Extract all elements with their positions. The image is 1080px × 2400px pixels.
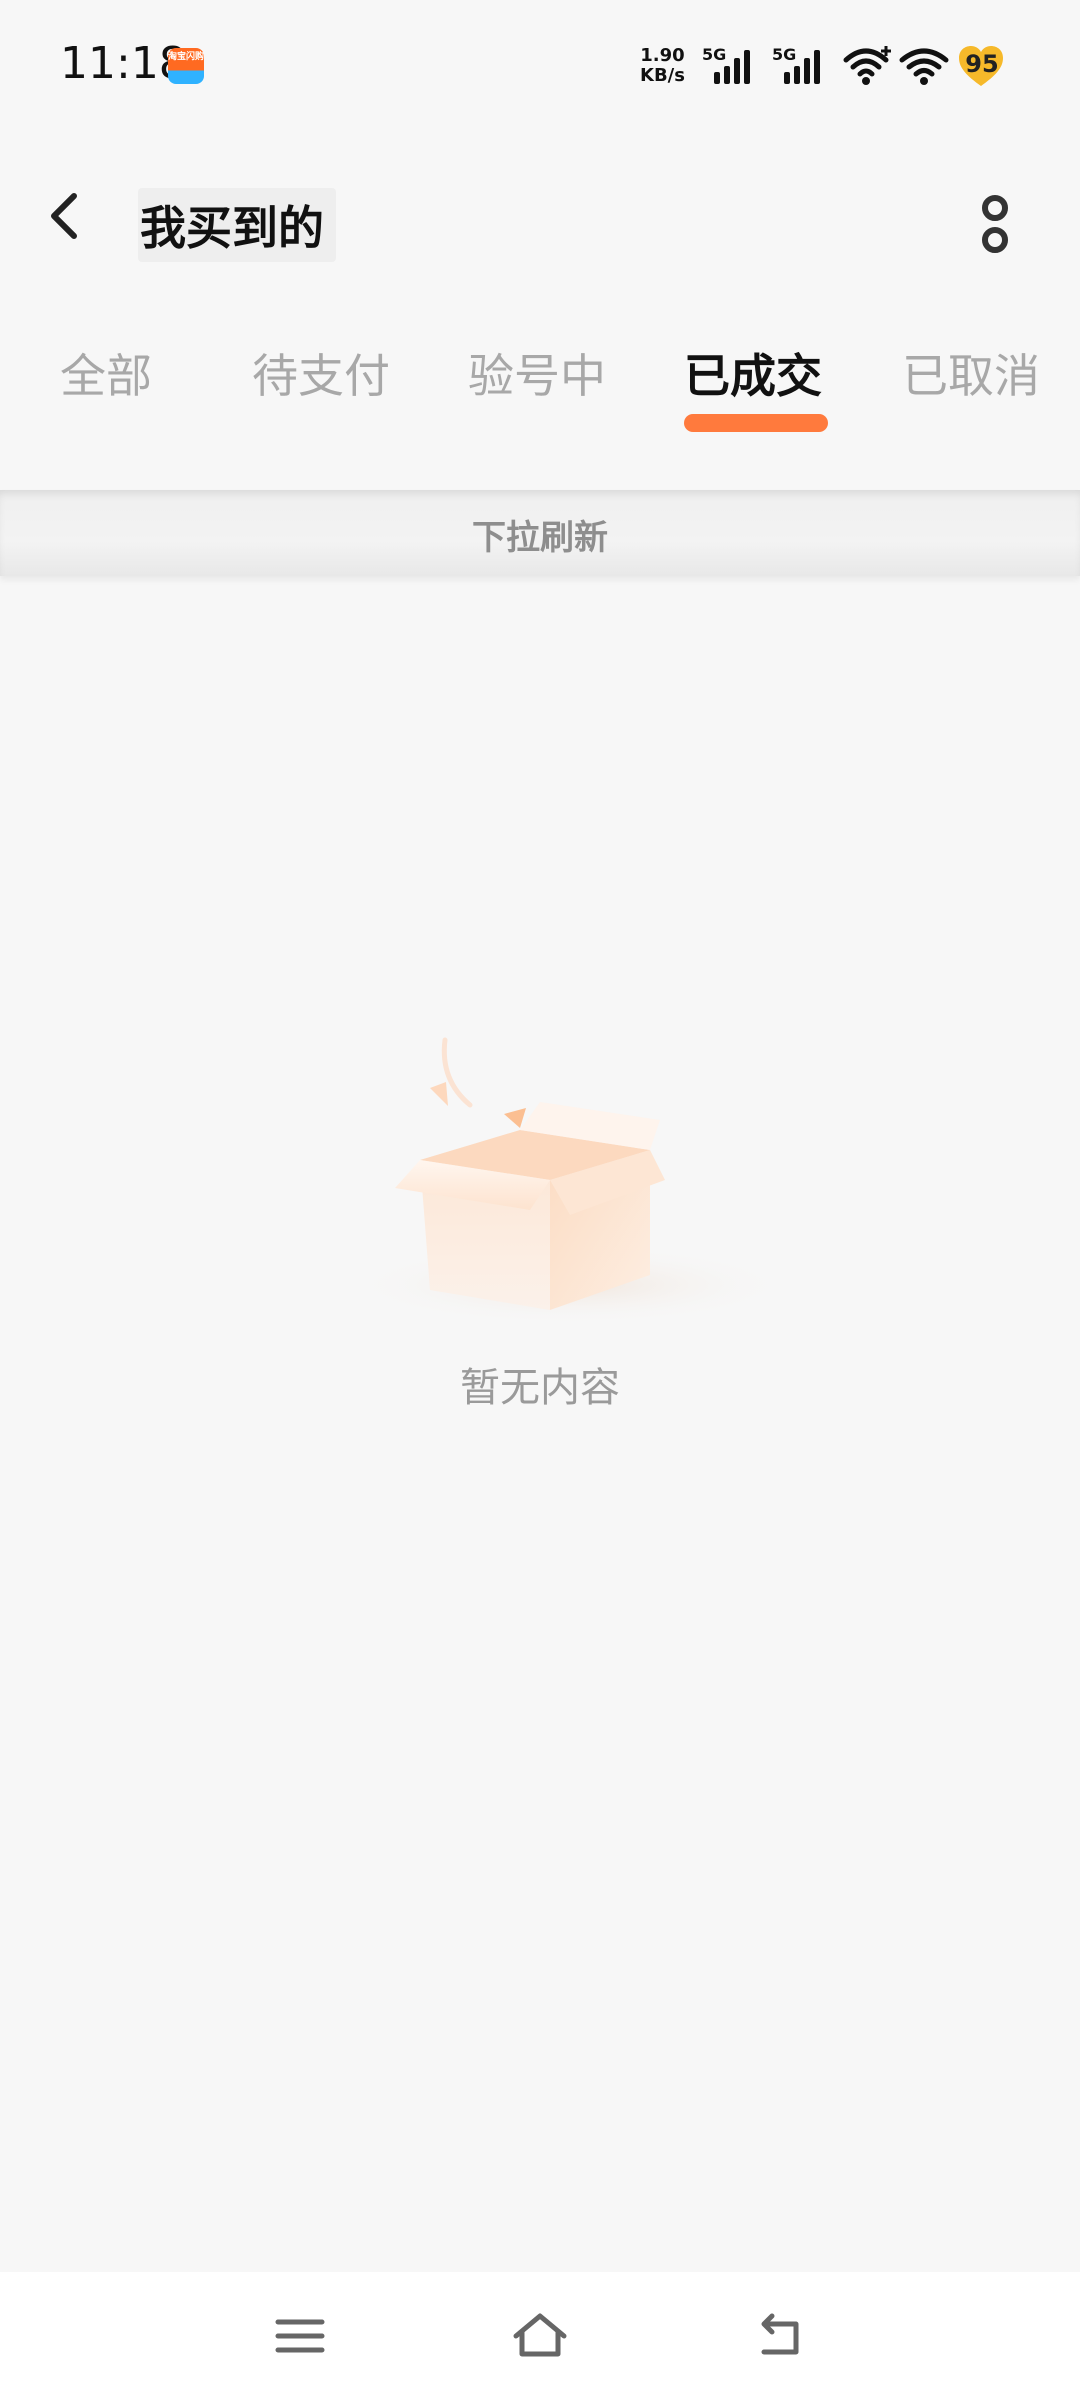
status-bar: 11:18 淘宝闪购 1.90 KB/s 5G 5G 95	[0, 0, 1080, 130]
sim2-label: 5G	[772, 45, 796, 64]
order-status-tabs: 全部 待支付 验号中 已成交 已取消	[0, 330, 1080, 440]
tab-completed[interactable]: 已成交	[684, 340, 822, 406]
sim1-label: 5G	[702, 45, 726, 64]
tab-cancelled[interactable]: 已取消	[902, 340, 1040, 406]
tab-pending-payment[interactable]: 待支付	[252, 340, 390, 406]
menu-icon[interactable]	[270, 2306, 330, 2366]
signal-icon: 5G	[772, 45, 820, 84]
chevron-left-icon[interactable]	[40, 188, 96, 244]
wifi-icon	[899, 48, 949, 85]
network-speed-value: 1.90	[640, 45, 685, 66]
pull-to-refresh-label: 下拉刷新	[472, 518, 608, 558]
header: 我买到的	[0, 160, 1080, 270]
system-navigation-bar	[0, 2272, 1080, 2400]
active-tab-indicator	[684, 414, 828, 432]
home-icon[interactable]	[510, 2306, 570, 2366]
network-speed: 1.90 KB/s	[640, 46, 685, 86]
network-speed-unit: KB/s	[640, 65, 685, 86]
app-notification-icon: 淘宝闪购	[168, 48, 204, 84]
empty-box-icon	[350, 1037, 790, 1325]
battery-level: 95	[965, 50, 999, 78]
page-title: 我买到的	[138, 188, 336, 262]
pull-to-refresh: 下拉刷新	[0, 490, 1080, 576]
tab-verifying[interactable]: 验号中	[468, 340, 606, 406]
app-badge-label: 淘宝闪购	[168, 52, 205, 62]
back-icon[interactable]	[750, 2306, 810, 2366]
empty-state-label: 暂无内容	[460, 1365, 620, 1411]
wifi-plus-icon	[843, 46, 891, 85]
tab-all[interactable]: 全部	[60, 340, 152, 406]
more-vertical-icon[interactable]	[975, 190, 1015, 270]
signal-icon: 5G	[702, 45, 750, 84]
